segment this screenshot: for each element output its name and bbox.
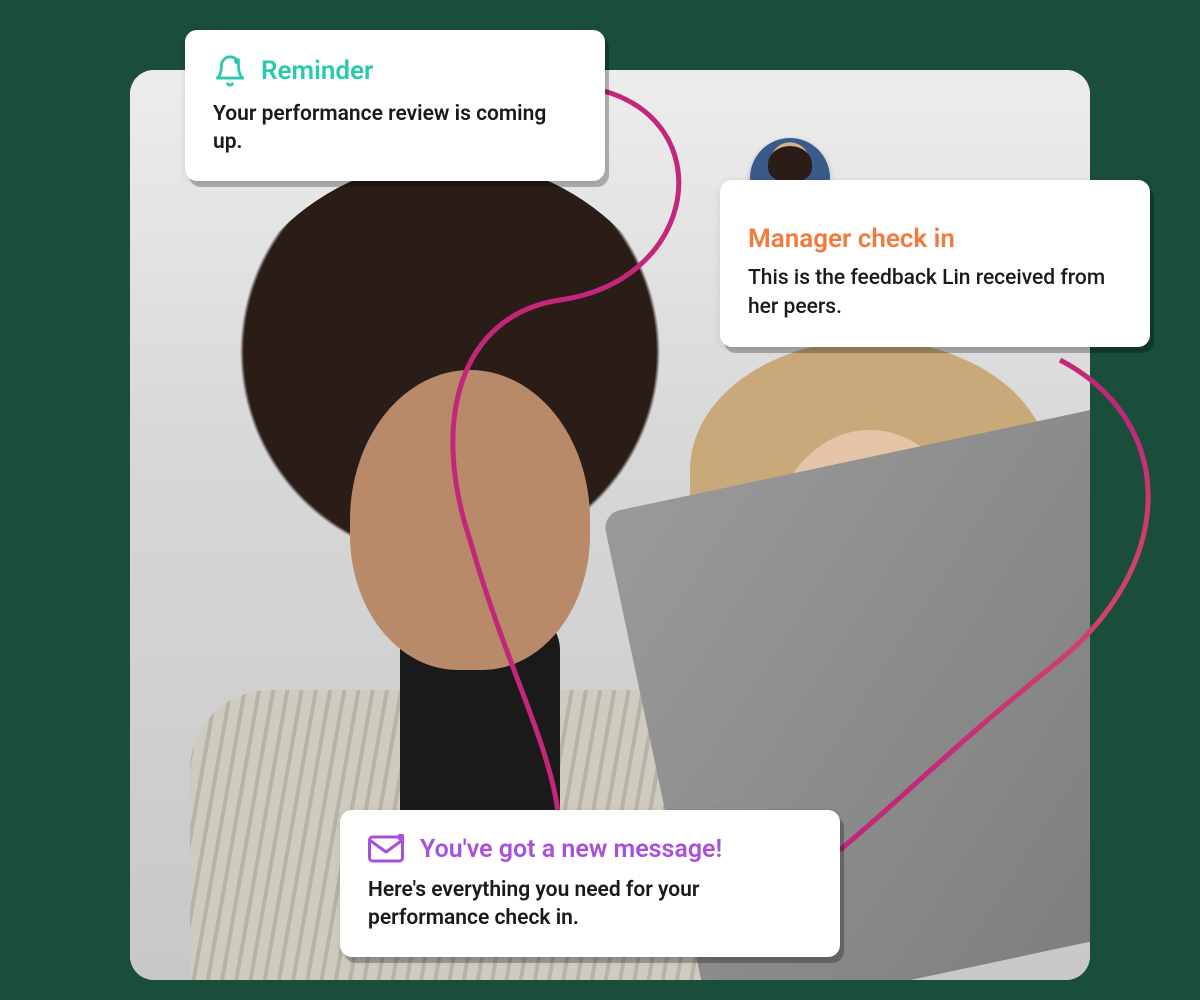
message-header: You've got a new message! — [368, 834, 812, 864]
canvas: Reminder Your performance review is comi… — [0, 0, 1200, 1000]
mail-icon — [368, 834, 404, 864]
bell-icon — [213, 54, 247, 88]
message-body: Here's everything you need for your perf… — [368, 876, 812, 933]
manager-body: This is the feedback Lin received from h… — [748, 264, 1122, 323]
message-card: You've got a new message! Here's everyth… — [340, 810, 840, 957]
reminder-title: Reminder — [261, 56, 373, 86]
manager-title: Manager check in — [748, 224, 1122, 254]
reminder-header: Reminder — [213, 54, 577, 88]
manager-card: Manager check in This is the feedback Li… — [720, 180, 1150, 347]
reminder-card: Reminder Your performance review is comi… — [185, 30, 605, 181]
message-title: You've got a new message! — [420, 835, 722, 864]
reminder-body: Your performance review is coming up. — [213, 100, 577, 157]
person-1-face — [350, 370, 590, 670]
